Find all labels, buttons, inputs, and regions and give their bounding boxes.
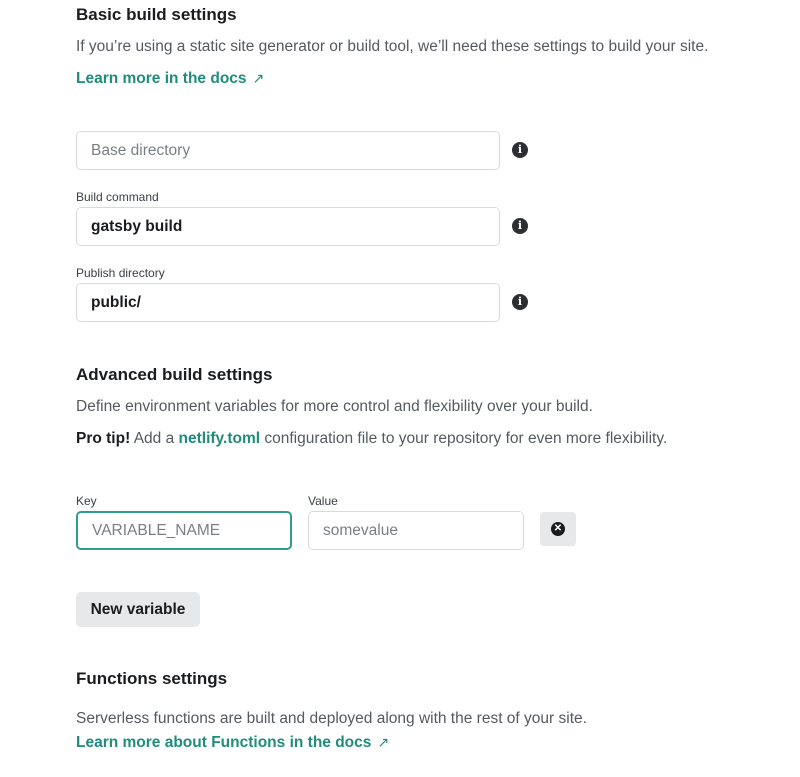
env-value-input[interactable] (308, 511, 524, 550)
build-command-input[interactable] (76, 207, 500, 246)
basic-build-heading: Basic build settings (76, 5, 237, 24)
pro-tip-text-post: configuration file to your repository fo… (260, 430, 668, 447)
external-link-icon: ↗ (377, 734, 390, 750)
functions-heading: Functions settings (76, 669, 228, 688)
env-key-label: Key (76, 494, 97, 508)
basic-docs-link-label: Learn more in the docs (76, 70, 247, 87)
info-icon[interactable]: i (512, 218, 528, 234)
functions-docs-link[interactable]: Learn more about Functions in the docs ↗ (76, 734, 389, 752)
remove-variable-button[interactable]: ✕ (540, 512, 576, 546)
env-key-input[interactable] (76, 511, 292, 550)
pro-tip-label: Pro tip! (76, 430, 131, 447)
base-directory-input[interactable] (76, 131, 500, 170)
publish-directory-input[interactable] (76, 283, 500, 322)
close-icon: ✕ (551, 522, 565, 536)
env-value-label: Value (308, 494, 338, 508)
pro-tip-text-pre: Add a (130, 430, 179, 447)
info-icon[interactable]: i (512, 142, 528, 158)
netlify-toml-link[interactable]: netlify.toml (179, 430, 261, 447)
info-icon[interactable]: i (512, 294, 528, 310)
external-link-icon: ↗ (252, 70, 265, 86)
publish-directory-label: Publish directory (76, 266, 165, 280)
advanced-build-heading: Advanced build settings (76, 365, 273, 384)
functions-docs-link-label: Learn more about Functions in the docs (76, 734, 372, 751)
basic-build-description: If you’re using a static site generator … (76, 38, 709, 55)
advanced-build-description: Define environment variables for more co… (76, 398, 593, 415)
functions-description: Serverless functions are built and deplo… (76, 710, 587, 727)
pro-tip: Pro tip! Add a netlify.toml configuratio… (76, 430, 667, 448)
build-command-label: Build command (76, 190, 159, 204)
basic-docs-link[interactable]: Learn more in the docs ↗ (76, 70, 264, 88)
new-variable-button[interactable]: New variable (76, 592, 200, 627)
